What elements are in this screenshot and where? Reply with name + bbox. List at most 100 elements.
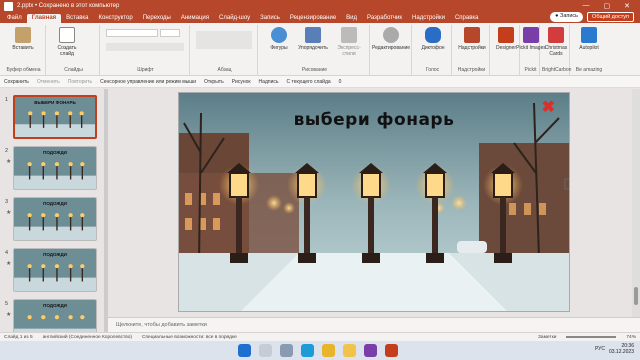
qat-save[interactable]: Сохранить <box>4 79 29 85</box>
tab-file[interactable]: Файл <box>2 15 27 23</box>
addins-button[interactable]: Надстройки <box>455 27 489 51</box>
slide-thumbnails-pane: 1 ВЫБЕРИ ФОНАРЬ 2 ★ ПОДОЖДИ 3 ★ ПОДОЖДИ … <box>0 89 108 332</box>
thumbnail-row[interactable]: 5 ★ ПОДОЖДИ <box>3 297 107 332</box>
tab-slideshow[interactable]: Слайд-шоу <box>214 15 255 23</box>
thumbnail-title: ВЫБЕРИ ФОНАРЬ <box>34 100 76 105</box>
thumbnail-title: ПОДОЖДИ <box>43 303 67 308</box>
onenote-icon[interactable] <box>364 344 377 357</box>
animation-star-icon: ★ <box>6 312 12 318</box>
shapes-label: Фигуры <box>270 45 288 51</box>
status-bar: Слайд 1 из 5 английский (Соединенное Кор… <box>0 332 640 341</box>
search-icon[interactable] <box>259 344 272 357</box>
slide-title[interactable]: выбери фонарь <box>179 110 569 130</box>
quick-styles-icon <box>341 27 357 43</box>
tab-addins[interactable]: Надстройки <box>407 15 450 23</box>
qat-textbox[interactable]: Надпись <box>259 79 279 85</box>
keyboard-language[interactable]: РУС <box>595 346 605 352</box>
tab-developer[interactable]: Разработчик <box>362 15 407 23</box>
tab-home[interactable]: Главная <box>26 14 62 23</box>
tab-design[interactable]: Конструктор <box>93 15 137 23</box>
editing-label: Редактирование <box>371 45 411 51</box>
close-window-button[interactable]: ✕ <box>624 2 630 10</box>
tab-insert[interactable]: Вставка <box>61 15 93 23</box>
animation-star-icon: ★ <box>6 159 12 165</box>
paragraph-controls[interactable] <box>196 31 252 49</box>
tab-animations[interactable]: Анимация <box>176 15 214 23</box>
thumbnail-row[interactable]: 2 ★ ПОДОЖДИ <box>3 144 107 192</box>
new-slide-button[interactable]: Создать слайд <box>50 27 84 57</box>
notes-toggle[interactable]: Заметки <box>538 335 556 340</box>
slide-thumbnail[interactable]: ВЫБЕРИ ФОНАРЬ <box>13 95 97 139</box>
autopilot-button[interactable]: Autopilot <box>572 27 606 51</box>
zoom-slider[interactable] <box>566 336 617 338</box>
clock[interactable]: 20:36 03.12.2023 <box>609 343 634 355</box>
thumbnail-title: ПОДОЖДИ <box>43 150 67 155</box>
chrome-icon[interactable] <box>322 344 335 357</box>
group-label-be-amazing: Be amazing <box>575 67 603 73</box>
zoom-level[interactable]: 74% <box>626 335 636 340</box>
qat-redo[interactable]: Повторить <box>68 79 92 85</box>
dictate-button[interactable]: Диктофон <box>416 27 450 51</box>
arrange-button[interactable]: Упорядочить <box>296 27 330 51</box>
tab-view[interactable]: Вид <box>341 15 362 23</box>
group-label-font: Шрифт <box>137 67 154 73</box>
system-tray: РУС 20:36 03.12.2023 <box>595 343 634 355</box>
tab-review[interactable]: Рецензирование <box>285 15 341 23</box>
qat-undo[interactable]: Отменить <box>37 79 60 85</box>
font-size-box[interactable] <box>160 29 180 37</box>
group-label-paragraph: Абзац <box>217 67 232 73</box>
slide-number: 2 <box>5 148 9 154</box>
share-label: Общий доступ <box>592 14 629 20</box>
document-title: 2.pptx • Сохранено в этот компьютер <box>17 3 120 9</box>
powerpoint-taskbar-icon[interactable] <box>385 344 398 357</box>
language-indicator[interactable]: английский (Соединенное Королевство) <box>43 335 132 340</box>
quick-styles-button[interactable]: Экспресс-стили <box>332 27 366 57</box>
scrollbar-thumb[interactable] <box>634 287 638 305</box>
christmas-cards-button[interactable]: Christmas Cards <box>539 27 573 57</box>
slide-thumbnail[interactable]: ПОДОЖДИ <box>13 197 97 241</box>
font-name-box[interactable] <box>106 29 158 37</box>
accessibility-status[interactable]: Специальные возможности: все в порядке <box>142 335 237 340</box>
new-slide-icon <box>59 27 75 43</box>
group-slides: Создать слайд Слайды <box>48 25 100 75</box>
file-explorer-icon[interactable] <box>343 344 356 357</box>
edge-icon[interactable] <box>301 344 314 357</box>
notes-pane[interactable]: Щелкните, чтобы добавить заметки <box>108 317 640 332</box>
quick-styles-label: Экспресс-стили <box>337 45 361 57</box>
editing-button[interactable]: Редактирование <box>371 27 411 51</box>
shapes-button[interactable]: Фигуры <box>262 27 296 51</box>
designer-label: Designer <box>495 45 516 51</box>
addins-label: Надстройки <box>458 45 486 51</box>
thumbnail-row[interactable]: 3 ★ ПОДОЖДИ <box>3 195 107 243</box>
paste-button[interactable]: Вставить <box>6 27 40 51</box>
slide-thumbnail[interactable]: ПОДОЖДИ <box>13 248 97 292</box>
qat-picture[interactable]: Рисунок <box>232 79 251 85</box>
slide-number: 1 <box>5 97 9 103</box>
close-x-icon[interactable]: ✖ <box>542 97 555 117</box>
tab-record[interactable]: Запись <box>255 15 285 23</box>
qat-open[interactable]: Открыть <box>204 79 224 85</box>
current-slide[interactable]: выбери фонарь ✖ <box>178 92 570 312</box>
task-view-icon[interactable] <box>280 344 293 357</box>
search-icon <box>383 27 399 43</box>
slide-thumbnail[interactable]: ПОДОЖДИ <box>13 299 97 332</box>
tab-help[interactable]: Справка <box>450 15 484 23</box>
font-format-row[interactable] <box>106 43 184 51</box>
share-button[interactable]: Общий доступ <box>587 12 634 22</box>
minimize-button[interactable]: — <box>583 2 590 10</box>
record-button[interactable]: ● Запись <box>550 12 584 22</box>
group-font: Шрифт <box>102 25 190 75</box>
qat-from-current[interactable]: С текущего слайда <box>286 79 330 85</box>
maximize-button[interactable]: ▢ <box>604 2 611 10</box>
thumbnail-row[interactable]: 1 ВЫБЕРИ ФОНАРЬ <box>3 93 107 141</box>
ribbon: Вставить Буфер обмена Создать слайд Слай… <box>0 23 640 76</box>
thumbnail-row[interactable]: 4 ★ ПОДОЖДИ <box>3 246 107 294</box>
qat-touch-mode[interactable]: Сенсорное управление или режим мыши <box>100 79 196 85</box>
tab-transitions[interactable]: Переходы <box>138 15 176 23</box>
editor-scrollbar[interactable] <box>632 89 640 317</box>
quick-access-toolbar: Сохранить Отменить Повторить Сенсорное у… <box>0 76 640 88</box>
slide-thumbnail[interactable]: ПОДОЖДИ <box>13 146 97 190</box>
windows-start-icon[interactable] <box>238 344 251 357</box>
group-addins: Надстройки Надстройки <box>454 25 490 75</box>
christmas-cards-label: Christmas Cards <box>544 45 568 57</box>
